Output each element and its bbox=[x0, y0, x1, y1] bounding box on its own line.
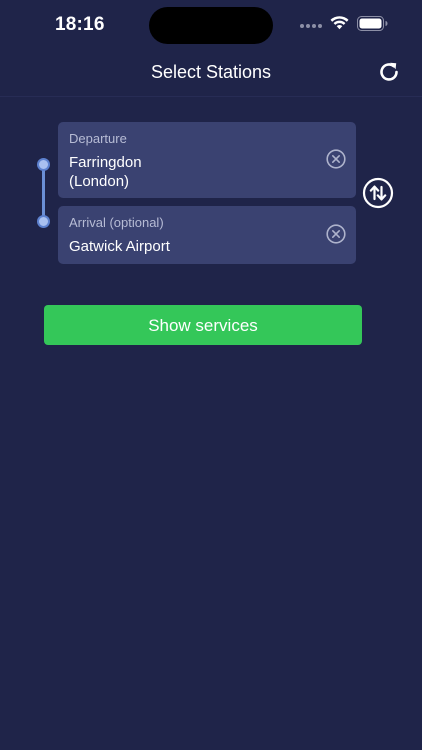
swap-stations-icon[interactable] bbox=[362, 177, 394, 209]
show-services-button[interactable]: Show services bbox=[44, 305, 362, 345]
navigation-bar: Select Stations bbox=[0, 48, 422, 97]
arrival-label: Arrival (optional) bbox=[69, 215, 164, 230]
status-bar: 18:16 bbox=[0, 0, 422, 48]
departure-value-line2: (London) bbox=[69, 173, 130, 190]
departure-route-dot bbox=[37, 158, 50, 171]
arrival-value: Gatwick Airport bbox=[69, 238, 170, 255]
wifi-icon bbox=[330, 16, 349, 30]
arrival-route-dot bbox=[37, 215, 50, 228]
dynamic-island bbox=[149, 7, 273, 44]
select-stations-screen: 18:16 Select Stations Departure Farringd bbox=[0, 0, 422, 750]
refresh-icon[interactable] bbox=[375, 58, 403, 86]
departure-label: Departure bbox=[69, 131, 127, 146]
status-time: 18:16 bbox=[55, 14, 105, 35]
clear-arrival-icon[interactable] bbox=[326, 224, 346, 244]
route-line bbox=[42, 165, 45, 221]
departure-value: Farringdon (London) bbox=[69, 153, 309, 191]
battery-icon bbox=[357, 16, 388, 31]
arrival-field[interactable]: Arrival (optional) Gatwick Airport bbox=[58, 206, 356, 264]
page-title: Select Stations bbox=[150, 62, 272, 82]
departure-value-line1: Farringdon bbox=[69, 154, 142, 171]
cellular-signal-icon bbox=[300, 24, 322, 28]
clear-departure-icon[interactable] bbox=[326, 149, 346, 169]
departure-field[interactable]: Departure Farringdon (London) bbox=[58, 122, 356, 198]
